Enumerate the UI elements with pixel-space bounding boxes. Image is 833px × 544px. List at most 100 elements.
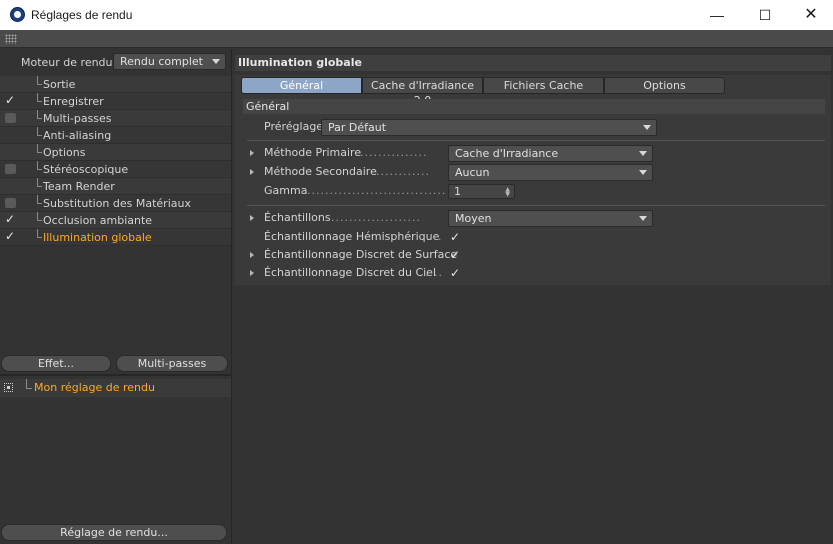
divider [247, 140, 825, 141]
effect-button[interactable]: Effet... [1, 355, 111, 372]
tree-item-substitution-materiaux[interactable]: Substitution des Matériaux [0, 195, 231, 212]
hemispheric-sampling-label: Échantillonnage Hémisphérique [264, 230, 440, 243]
surface-sampling-label: Échantillonnage Discret de Surface [264, 248, 458, 261]
spinner-arrows-icon[interactable]: ▲ ▼ [505, 187, 510, 198]
primary-method-label: Méthode Primaire [264, 146, 362, 159]
tree-item-team-render[interactable]: Team Render [0, 178, 231, 195]
chevron-down-icon [643, 125, 651, 130]
sub-section-title: Général [243, 99, 825, 114]
tree-item-occlusion-ambiante[interactable]: Occlusion ambiante [0, 211, 231, 229]
tree-branch-line [26, 379, 32, 389]
label-leader-dots: ... [429, 230, 443, 243]
tab-irradiance-cache[interactable]: Cache d'Irradiance 2.0 [362, 77, 483, 107]
render-engine-value: Rendu complet [120, 55, 203, 68]
tree-branch-line [37, 229, 42, 238]
tree-item-enregistrer[interactable]: Enregistrer [0, 92, 231, 110]
tree-item-stereoscopique[interactable]: Stéréoscopique [0, 161, 231, 178]
expand-triangle-icon[interactable] [250, 215, 254, 221]
checkbox-unchecked[interactable] [5, 198, 16, 208]
close-button[interactable]: ✕ [788, 0, 833, 30]
sky-sampling-row: Échantillonnage Discret du Ciel .... [235, 264, 831, 282]
primary-method-row: Méthode Primaire ............... Cache d… [235, 144, 831, 162]
right-panel: Illumination globale Général Cache d'Irr… [233, 49, 833, 544]
preset-label: Préréglage [264, 120, 324, 133]
settings-tree: Sortie Enregistrer Multi-passes Anti-ali… [0, 76, 231, 246]
tree-item-multi-passes[interactable]: Multi-passes [0, 110, 231, 127]
grip-dots-icon[interactable] [5, 34, 17, 44]
render-setting-label: Mon réglage de rendu [34, 381, 155, 394]
render-engine-dropdown[interactable]: Rendu complet [113, 53, 226, 70]
preset-dropdown[interactable]: Par Défaut [321, 119, 657, 136]
samples-dropdown[interactable]: Moyen [448, 210, 653, 227]
render-setting-button[interactable]: Réglage de rendu... [1, 524, 227, 541]
chevron-down-icon [639, 216, 647, 221]
tree-item-label: Multi-passes [43, 112, 112, 125]
samples-value: Moyen [455, 212, 492, 225]
expand-triangle-icon[interactable] [250, 169, 254, 175]
chevron-down-icon [639, 151, 647, 156]
tree-branch-line [37, 76, 42, 85]
title-bar: Réglages de rendu — ☐ ✕ [0, 0, 833, 30]
maximize-button[interactable]: ☐ [742, 0, 788, 30]
tree-item-options[interactable]: Options [0, 144, 231, 161]
checkmark-icon[interactable] [5, 228, 16, 245]
checkmark-icon[interactable] [449, 264, 461, 282]
tree-branch-line [37, 195, 42, 204]
left-panel: Moteur de rendu Rendu complet Sortie Enr… [0, 49, 232, 544]
checkbox-unchecked[interactable] [5, 164, 16, 174]
expand-triangle-icon[interactable] [250, 150, 254, 156]
divider [0, 374, 231, 376]
tab-cache-files[interactable]: Fichiers Cache [483, 77, 604, 94]
tree-item-label: Occlusion ambiante [43, 214, 153, 227]
secondary-method-dropdown[interactable]: Aucun [448, 164, 653, 181]
multipass-button[interactable]: Multi-passes [116, 355, 228, 372]
label-leader-dots: ............... [360, 146, 428, 159]
surface-sampling-row: Échantillonnage Discret de Surface [235, 246, 831, 264]
sky-sampling-label: Échantillonnage Discret du Ciel [264, 266, 436, 279]
tab-general[interactable]: Général [241, 77, 362, 94]
preset-value: Par Défaut [328, 121, 387, 134]
samples-row: Échantillons .................... Moyen [235, 209, 831, 227]
primary-method-dropdown[interactable]: Cache d'Irradiance [448, 145, 653, 162]
secondary-method-row: Méthode Secondaire ............ Aucun [235, 163, 831, 181]
checkbox-unchecked[interactable] [5, 113, 16, 123]
label-leader-dots: .................... [331, 211, 421, 224]
samples-label: Échantillons [264, 211, 331, 224]
expand-triangle-icon[interactable] [250, 270, 254, 276]
chevron-down-icon [212, 59, 220, 64]
tree-item-label: Stéréoscopique [43, 163, 129, 176]
hemispheric-sampling-row: Échantillonnage Hémisphérique ... [235, 228, 831, 246]
tree-branch-line [37, 212, 42, 221]
tree-item-label: Substitution des Matériaux [43, 197, 191, 210]
render-setting-item[interactable]: Mon réglage de rendu [0, 379, 231, 397]
primary-method-value: Cache d'Irradiance [455, 147, 559, 160]
tree-item-sortie[interactable]: Sortie [0, 76, 231, 93]
checkmark-icon[interactable] [449, 228, 461, 246]
chevron-down-icon [639, 170, 647, 175]
gamma-row: Gamma ..................................… [235, 182, 831, 200]
tab-options[interactable]: Options [604, 77, 725, 94]
expand-triangle-icon[interactable] [250, 252, 254, 258]
tree-branch-line [37, 144, 42, 153]
window-title: Réglages de rendu [31, 8, 133, 22]
tree-item-illumination-globale[interactable]: Illumination globale [0, 228, 231, 246]
label-leader-dots: ............ [376, 165, 430, 178]
label-leader-dots: ................................... [307, 184, 446, 197]
tree-item-label: Team Render [43, 180, 115, 193]
checkmark-icon[interactable] [5, 211, 16, 228]
tree-item-label: Options [43, 146, 86, 159]
tree-branch-line [37, 161, 42, 170]
secondary-method-value: Aucun [455, 166, 490, 179]
tree-branch-line [37, 127, 42, 136]
divider [247, 205, 825, 206]
settings-group: Général Cache d'Irradiance 2.0 Fichiers … [235, 75, 831, 285]
minimize-button[interactable]: — [694, 0, 740, 30]
gamma-input[interactable]: 1 ▲ ▼ [448, 184, 515, 199]
checkmark-icon[interactable] [449, 246, 461, 264]
cinema4d-logo-icon [10, 7, 25, 22]
tree-item-anti-aliasing[interactable]: Anti-aliasing [0, 127, 231, 144]
preset-row: Préréglage Par Défaut [235, 118, 831, 136]
checkmark-icon[interactable] [5, 92, 16, 109]
tree-branch-line [37, 110, 42, 119]
label-leader-dots: .... [425, 266, 443, 279]
